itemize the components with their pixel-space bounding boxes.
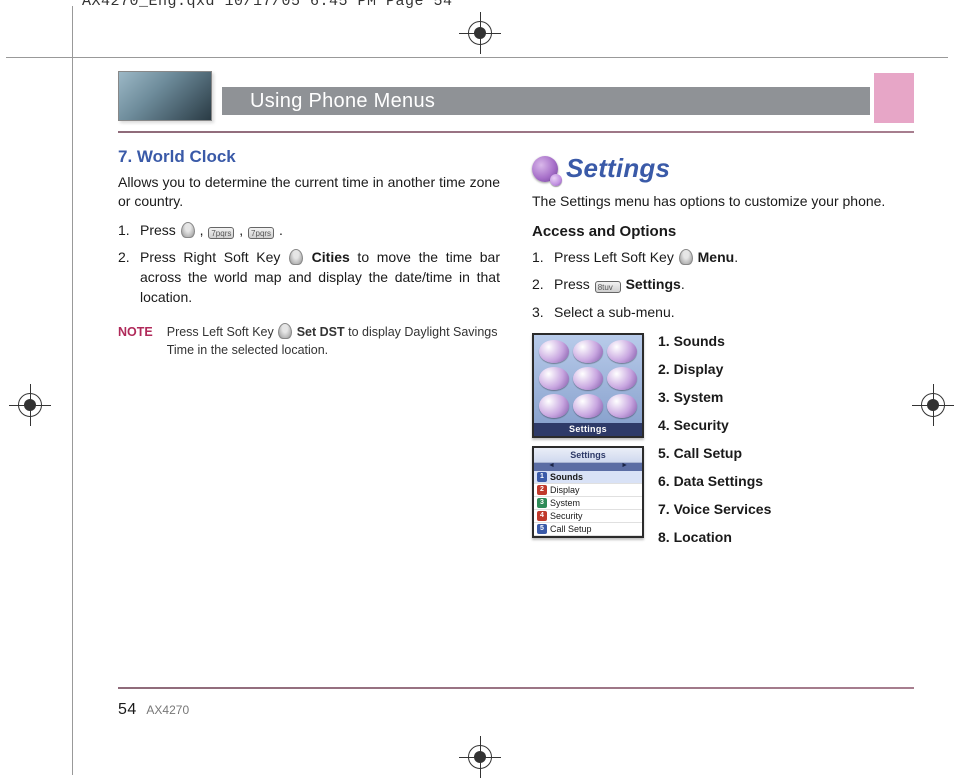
registration-mark <box>465 18 495 48</box>
softkey-icon <box>679 249 693 265</box>
header-rule <box>118 131 914 133</box>
settings-gear-icon <box>532 156 558 182</box>
world-clock-heading: 7. World Clock <box>118 147 500 167</box>
phone-screen-list: Settings 1Sounds2Display3System4Security… <box>532 446 644 538</box>
settings-section-title: Settings <box>566 153 670 184</box>
access-options-heading: Access and Options <box>532 223 914 240</box>
key-8-icon: 8tuv <box>595 281 621 293</box>
note-text: Press Left Soft Key Set DST to display D… <box>167 323 500 359</box>
world-clock-intro: Allows you to determine the current time… <box>118 173 500 211</box>
world-clock-step-1: Press , 7pqrs , 7pqrs . <box>118 221 500 241</box>
softkey-icon <box>278 323 292 339</box>
registration-mark <box>15 390 45 420</box>
page-content: Using Phone Menus 7. World Clock Allows … <box>118 77 914 749</box>
settings-submenu-item: 6. Data Settings <box>658 473 914 489</box>
phone-screen-list-row: 3System <box>534 497 642 510</box>
world-clock-step-2: Press Right Soft Key Cities to move the … <box>118 248 500 307</box>
page-header: Using Phone Menus <box>118 77 914 127</box>
header-photo <box>118 71 212 121</box>
registration-mark <box>918 390 948 420</box>
left-column: 7. World Clock Allows you to determine t… <box>118 147 500 677</box>
phone-screen-list-row: 4Security <box>534 510 642 523</box>
footer-model: AX4270 <box>146 703 189 717</box>
header-title-bar: Using Phone Menus <box>222 87 870 115</box>
page-number: 54 <box>118 701 137 718</box>
settings-submenu-item: 2. Display <box>658 361 914 377</box>
phone-screen-list-row: 2Display <box>534 484 642 497</box>
phone-screen-list-scrollbar <box>534 463 642 471</box>
note-label: NOTE <box>118 323 153 359</box>
settings-step-1: Press Left Soft Key Menu. <box>532 248 914 268</box>
settings-submenu-item: 7. Voice Services <box>658 501 914 517</box>
settings-intro: The Settings menu has options to customi… <box>532 192 914 211</box>
key-7-icon: 7pqrs <box>248 227 274 239</box>
settings-step-3: Select a sub-menu. <box>532 303 914 323</box>
phone-screen-list-title: Settings <box>534 448 642 463</box>
phone-screen-list-row: 5Call Setup <box>534 523 642 536</box>
header-accent-tab <box>874 73 914 123</box>
settings-submenu-list: 1. Sounds 2. Display 3. System 4. Security 5… <box>658 333 914 557</box>
settings-submenu-item: 8. Location <box>658 529 914 545</box>
softkey-icon <box>289 249 303 265</box>
crop-line-vertical <box>72 6 73 775</box>
settings-submenu-item: 5. Call Setup <box>658 445 914 461</box>
print-slug-line: AX4270_Eng.qxd 10/17/05 6:45 PM Page 54 <box>82 0 453 10</box>
settings-step-2: Press 8tuv Settings. <box>532 275 914 295</box>
page-footer: 54 AX4270 <box>118 701 189 719</box>
settings-submenu-item: 4. Security <box>658 417 914 433</box>
settings-submenu-item: 1. Sounds <box>658 333 914 349</box>
right-column: Settings The Settings menu has options t… <box>532 147 914 677</box>
key-7-icon: 7pqrs <box>208 227 234 239</box>
phone-screen-grid: Settings <box>532 333 644 438</box>
header-title: Using Phone Menus <box>250 90 435 113</box>
softkey-icon <box>181 222 195 238</box>
settings-submenu-item: 3. System <box>658 389 914 405</box>
phone-screen-list-row: 1Sounds <box>534 471 642 484</box>
phone-screen-grid-label: Settings <box>534 423 642 436</box>
note-block: NOTE Press Left Soft Key Set DST to disp… <box>118 323 500 359</box>
crop-line-horizontal <box>6 57 948 58</box>
footer-rule <box>118 687 914 689</box>
